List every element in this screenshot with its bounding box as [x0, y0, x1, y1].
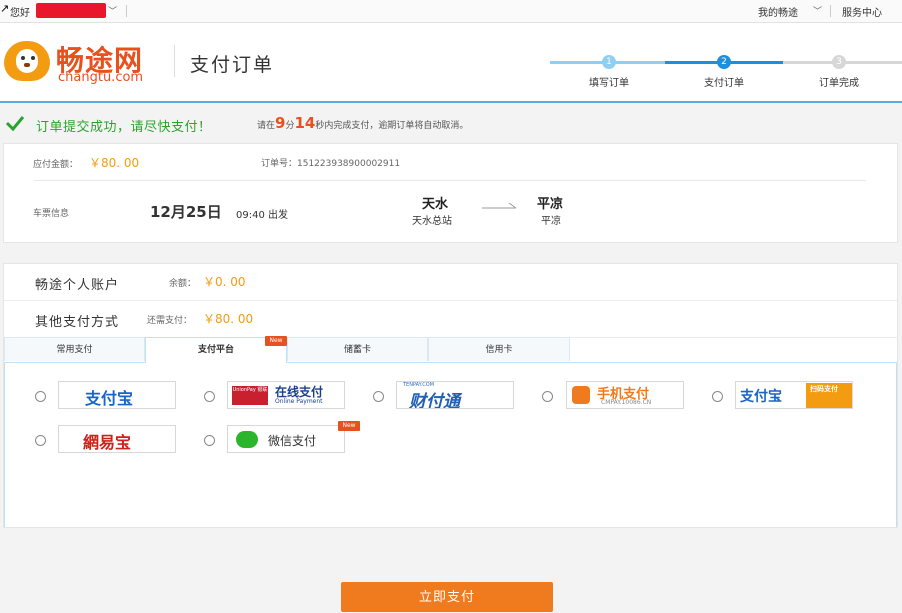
- my-changtu-chevron-icon[interactable]: ﹀: [813, 4, 822, 17]
- wechat-text: 微信支付: [268, 434, 317, 448]
- tab-debit-card[interactable]: 储蓄卡: [287, 337, 428, 361]
- radio-alipay-scan[interactable]: [712, 391, 723, 402]
- cmpay-logo[interactable]: 手机支付 CMPAY.10086.CN: [566, 381, 684, 409]
- divider: [126, 5, 127, 17]
- netease-text: 網易宝: [83, 433, 132, 452]
- greeting-text: 您好: [10, 8, 30, 19]
- top-bar: ↗ 您好 ﹀ 我的畅途 ﹀ 服务中心: [0, 0, 902, 23]
- divider: [830, 5, 831, 17]
- destination-station: 平凉: [541, 216, 561, 227]
- wechat-logo[interactable]: 微信支付: [227, 425, 345, 453]
- other-payment-row: 其他支付方式 还需支付： ￥80. 00: [4, 301, 897, 338]
- step-2-label: 支付订单: [704, 78, 744, 89]
- origin-station: 天水总站: [412, 216, 452, 227]
- header-divider: [174, 45, 175, 77]
- radio-netease[interactable]: [35, 435, 46, 446]
- countdown-suffix: 秒内完成支付，逾期订单将自动取消。: [315, 121, 469, 131]
- order-number: 订单号：151223938900002911: [261, 159, 401, 169]
- departure-time: 09:40 出发: [236, 210, 288, 221]
- origin-city: 天水: [422, 197, 449, 212]
- step-1-label: 填写订单: [589, 78, 629, 89]
- payment-methods-panel: 支付宝 UnionPay 银联 在线支付 Online Payment TENP…: [4, 363, 897, 612]
- balance-value: ￥0. 00: [203, 275, 246, 289]
- payment-tabs: 常用支付 支付平台 New 储蓄卡 信用卡: [4, 336, 897, 363]
- unionpay-logo[interactable]: UnionPay 银联 在线支付 Online Payment: [227, 381, 345, 409]
- step-1-dot: 1: [602, 55, 616, 69]
- order-info-panel: 应付金额： ￥80. 00 订单号：151223938900002911 车票信…: [3, 143, 898, 243]
- alipay-scan-logo[interactable]: 支付宝 扫码支付: [735, 381, 853, 409]
- pay-now-button[interactable]: 立即支付: [341, 582, 553, 612]
- departure-date: 12月25日: [150, 203, 222, 221]
- countdown-text: 请在9分14秒内完成支付，逾期订单将自动取消。: [257, 114, 468, 132]
- cmpay-icon: [572, 386, 590, 404]
- progress-steps: 1 2 3 填写订单 支付订单 订单完成: [550, 54, 902, 94]
- success-message: 订单提交成功，请尽快支付！: [36, 120, 212, 135]
- site-header: 畅途网 changtu.com 支付订单 1 2 3 填写订单 支付订单 订单完…: [0, 23, 902, 103]
- countdown-minutes: 9: [275, 114, 286, 132]
- cursor-icon: ↗: [0, 2, 10, 15]
- personal-account-label: 畅途个人账户: [35, 278, 120, 293]
- countdown-seconds: 14: [294, 114, 316, 132]
- ticket-info-label: 车票信息: [33, 209, 70, 219]
- dog-logo-icon[interactable]: [4, 41, 50, 81]
- remaining-value: ￥80. 00: [203, 312, 254, 326]
- step-3-dot: 3: [832, 55, 846, 69]
- payment-panel: 畅途个人账户 余额： ￥0. 00 其他支付方式 还需支付： ￥80. 00 常…: [3, 263, 898, 612]
- radio-unionpay[interactable]: [204, 391, 215, 402]
- check-icon: [5, 116, 25, 132]
- countdown-prefix: 请在: [257, 121, 276, 131]
- remaining-label: 还需支付：: [147, 316, 193, 326]
- netease-logo[interactable]: 網易宝: [58, 425, 176, 453]
- destination-city: 平凉: [537, 197, 564, 212]
- user-chevron-icon[interactable]: ﹀: [108, 4, 117, 17]
- wechat-new-badge: New: [338, 421, 360, 431]
- alipay-logo[interactable]: 支付宝: [58, 381, 176, 409]
- radio-wechat[interactable]: [204, 435, 215, 446]
- route-arrow-icon: [482, 202, 517, 209]
- unionpay-en: Online Payment: [275, 398, 323, 405]
- service-center-link[interactable]: 服务中心: [842, 4, 882, 19]
- my-changtu-link[interactable]: 我的畅途: [758, 4, 798, 19]
- radio-alipay[interactable]: [35, 391, 46, 402]
- radio-cmpay[interactable]: [542, 391, 553, 402]
- cmpay-url: CMPAY.10086.CN: [601, 399, 652, 406]
- step-3-label: 订单完成: [819, 78, 859, 89]
- tenpay-text: 财付通: [409, 392, 460, 409]
- step-2-dot: 2: [717, 55, 731, 69]
- tab-credit-card[interactable]: 信用卡: [428, 337, 570, 361]
- alipay-scan-text: 支付宝: [740, 389, 782, 405]
- tenpay-logo[interactable]: TENPAY.COM 财付通: [396, 381, 514, 409]
- wechat-icon: [236, 431, 258, 448]
- page-title: 支付订单: [190, 54, 275, 76]
- order-divider: [34, 180, 866, 181]
- personal-account-row: 畅途个人账户 余额： ￥0. 00: [4, 264, 897, 301]
- amount-value: ￥80. 00: [89, 156, 140, 170]
- logo-text-en[interactable]: changtu.com: [58, 70, 143, 85]
- balance-label: 余额：: [169, 279, 197, 289]
- alipay-scan-tag: 扫码支付: [806, 383, 852, 408]
- new-badge: New: [265, 336, 287, 346]
- success-banner: 订单提交成功，请尽快支付！ 请在9分14秒内完成支付，逾期订单将自动取消。: [0, 109, 902, 139]
- amount-label: 应付金额：: [33, 160, 79, 170]
- radio-tenpay[interactable]: [373, 391, 384, 402]
- unionpay-badge: UnionPay 银联: [232, 386, 268, 405]
- username-redacted[interactable]: [36, 3, 106, 18]
- other-payment-label: 其他支付方式: [35, 315, 120, 330]
- alipay-text: 支付宝: [85, 389, 134, 408]
- tab-common-payment[interactable]: 常用支付: [4, 337, 145, 361]
